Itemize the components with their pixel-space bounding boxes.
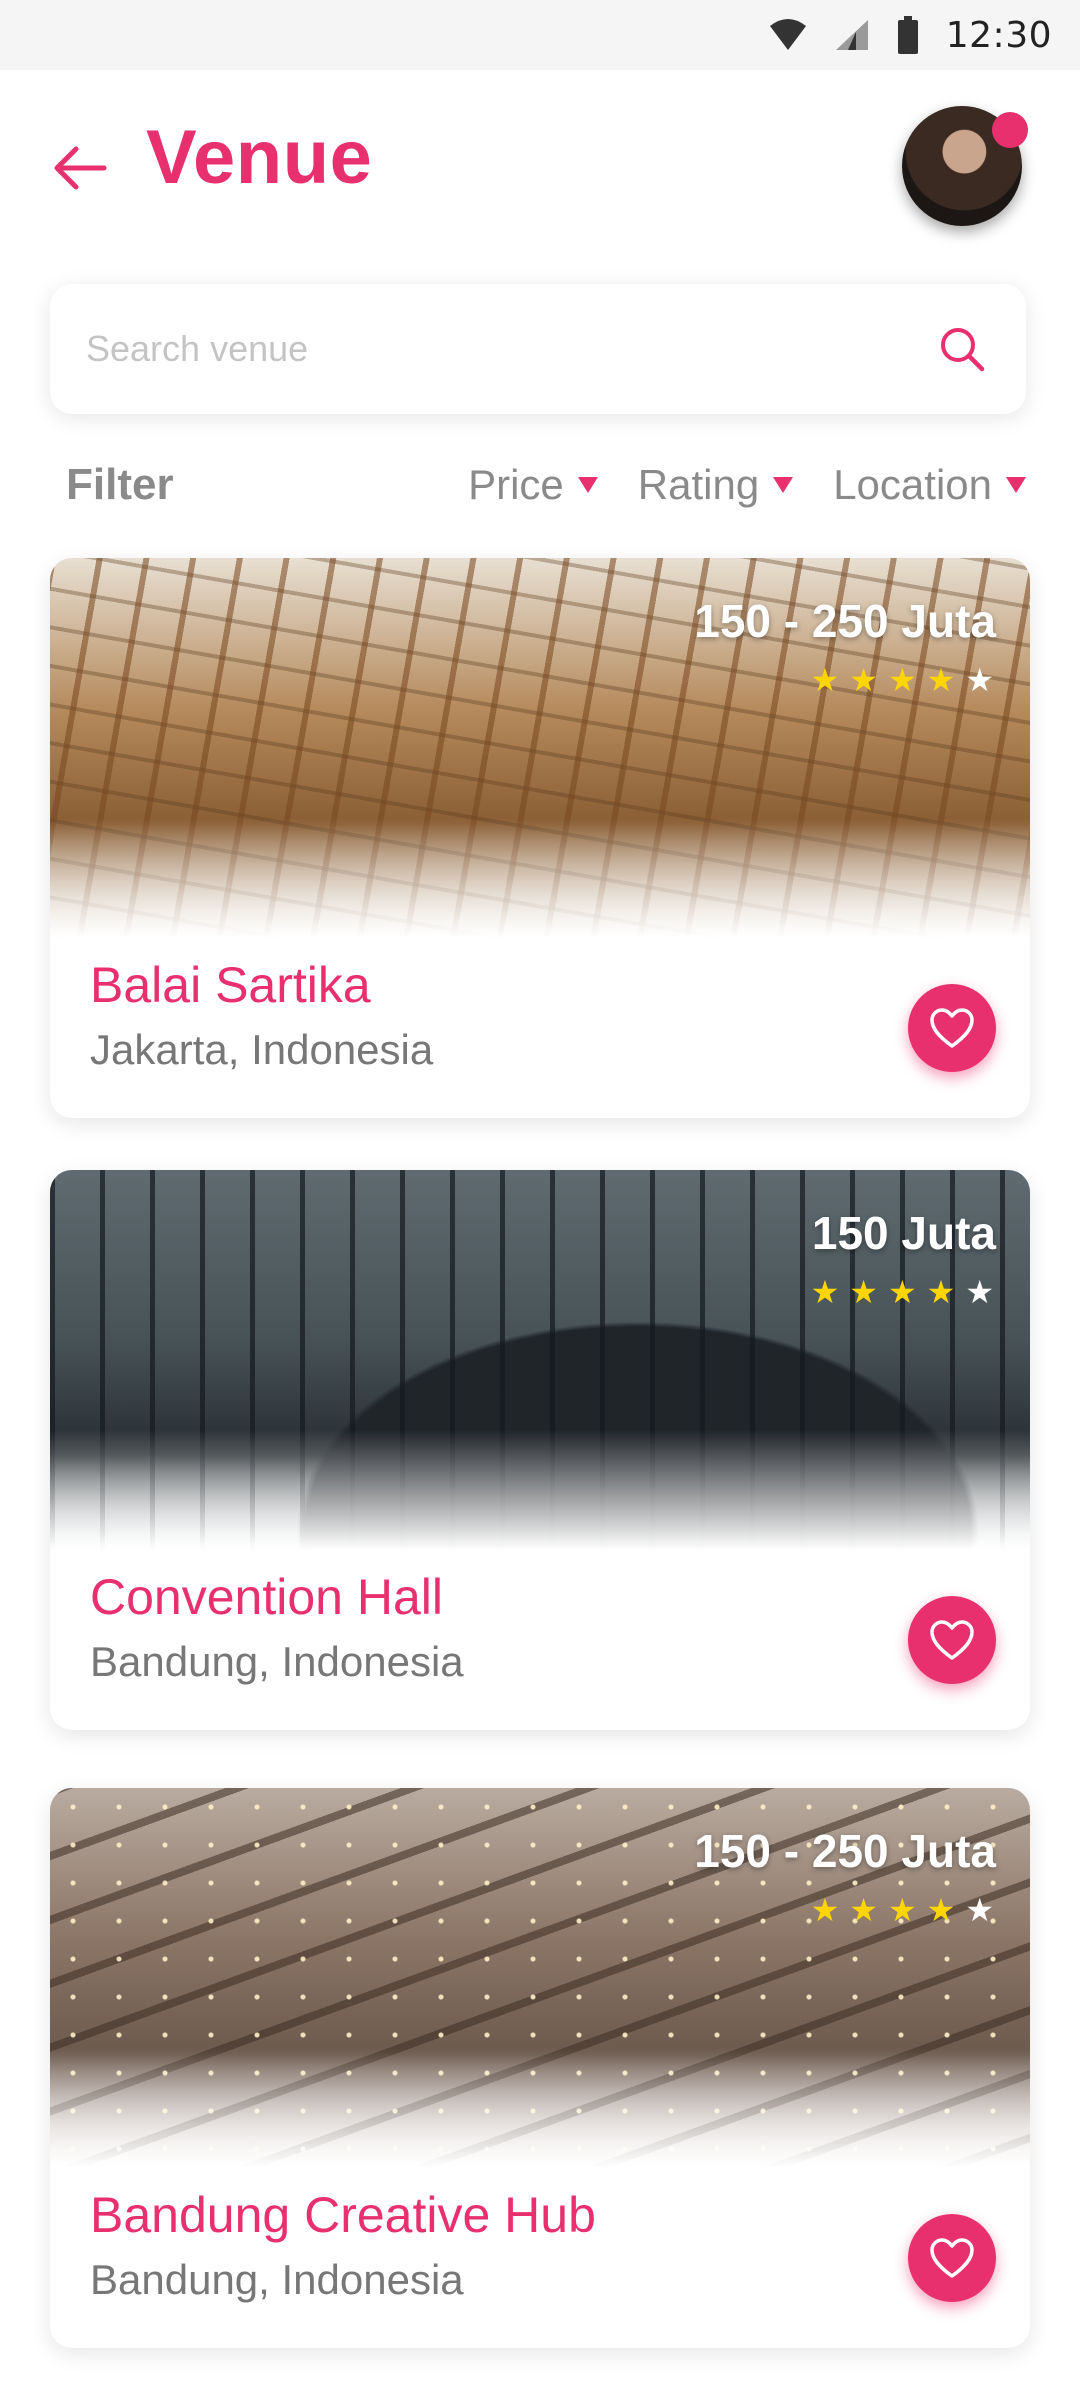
venue-card[interactable]: 150 - 250 Juta ★ ★ ★ ★ ★ Balai Sartika Jakar… (50, 558, 1030, 1118)
venue-info: Convention Hall Bandung, Indonesia (50, 1550, 1030, 1730)
profile-avatar[interactable] (902, 106, 1028, 226)
caret-down-icon (1006, 477, 1026, 493)
star-icon: ★ (965, 1892, 994, 1928)
favorite-button[interactable] (908, 984, 996, 1072)
filter-label: Filter (66, 460, 174, 509)
caret-down-icon (577, 477, 598, 493)
venue-info: Bandung Creative Hub Bandung, Indonesia (50, 2168, 1030, 2348)
venue-name: Convention Hall (90, 1569, 443, 1625)
wifi-icon (769, 19, 806, 50)
star-icon: ★ (926, 662, 956, 698)
star-icon: ★ (810, 1892, 840, 1928)
arrow-left-icon (54, 146, 107, 190)
favorite-button[interactable] (908, 1596, 996, 1684)
favorite-button[interactable] (908, 2214, 996, 2302)
battery-icon (897, 16, 918, 54)
venue-price: 150 - 250 Juta (694, 595, 996, 647)
search-icon (941, 328, 985, 372)
venue-info: Balai Sartika Jakarta, Indonesia (50, 938, 1030, 1118)
filter-bar: Filter Price Rating Location (66, 450, 1026, 520)
search-button[interactable] (934, 321, 990, 377)
venue-rating: ★ ★ ★ ★ ★ (811, 664, 994, 696)
venue-rating: ★ ★ ★ ★ ★ (811, 1894, 994, 1926)
filter-price[interactable]: Price (468, 461, 598, 509)
star-icon: ★ (849, 662, 878, 698)
venue-location: Bandung, Indonesia (90, 2256, 464, 2303)
star-icon: ★ (965, 662, 994, 698)
venue-name: Bandung Creative Hub (90, 2187, 596, 2243)
star-icon: ★ (926, 1892, 956, 1928)
cellular-signal-icon (835, 20, 868, 50)
filter-rating-label: Rating (637, 461, 760, 508)
filter-location-label: Location (833, 461, 992, 508)
heart-icon (930, 1008, 974, 1048)
filter-location[interactable]: Location (833, 461, 1026, 509)
venue-location: Jakarta, Indonesia (90, 1026, 434, 1073)
status-bar: 12:30 (0, 0, 1080, 70)
caret-down-icon (773, 477, 794, 493)
star-icon: ★ (810, 1274, 840, 1310)
star-icon: ★ (849, 1274, 878, 1310)
star-icon: ★ (965, 1274, 994, 1310)
venue-name: Balai Sartika (90, 957, 371, 1013)
venue-card[interactable]: 150 - 250 Juta ★ ★ ★ ★ ★ Bandung Creative Hu… (50, 1788, 1030, 2348)
filter-options: Price Rating Location (468, 461, 1026, 509)
star-icon: ★ (810, 662, 840, 698)
venue-location: Bandung, Indonesia (90, 1638, 464, 1685)
status-time: 12:30 (945, 14, 1052, 56)
heart-icon (930, 2238, 974, 2278)
back-button[interactable] (48, 136, 112, 200)
app-header: Venue (0, 100, 1080, 240)
notification-badge (992, 112, 1028, 148)
page-title: Venue (146, 115, 373, 200)
star-icon: ★ (887, 1274, 917, 1310)
star-icon: ★ (887, 662, 917, 698)
heart-icon (930, 1620, 974, 1660)
search-bar (50, 284, 1026, 414)
venue-card[interactable]: 150 Juta ★ ★ ★ ★ ★ Convention Hall Bandung, … (50, 1170, 1030, 1730)
search-input[interactable] (86, 328, 934, 370)
venue-rating: ★ ★ ★ ★ ★ (811, 1276, 994, 1308)
star-icon: ★ (926, 1274, 956, 1310)
star-icon: ★ (849, 1892, 878, 1928)
star-icon: ★ (887, 1892, 917, 1928)
venue-price: 150 - 250 Juta (694, 1825, 996, 1877)
filter-price-label: Price (468, 461, 564, 508)
venue-price: 150 Juta (811, 1207, 996, 1259)
filter-rating[interactable]: Rating (637, 461, 794, 509)
